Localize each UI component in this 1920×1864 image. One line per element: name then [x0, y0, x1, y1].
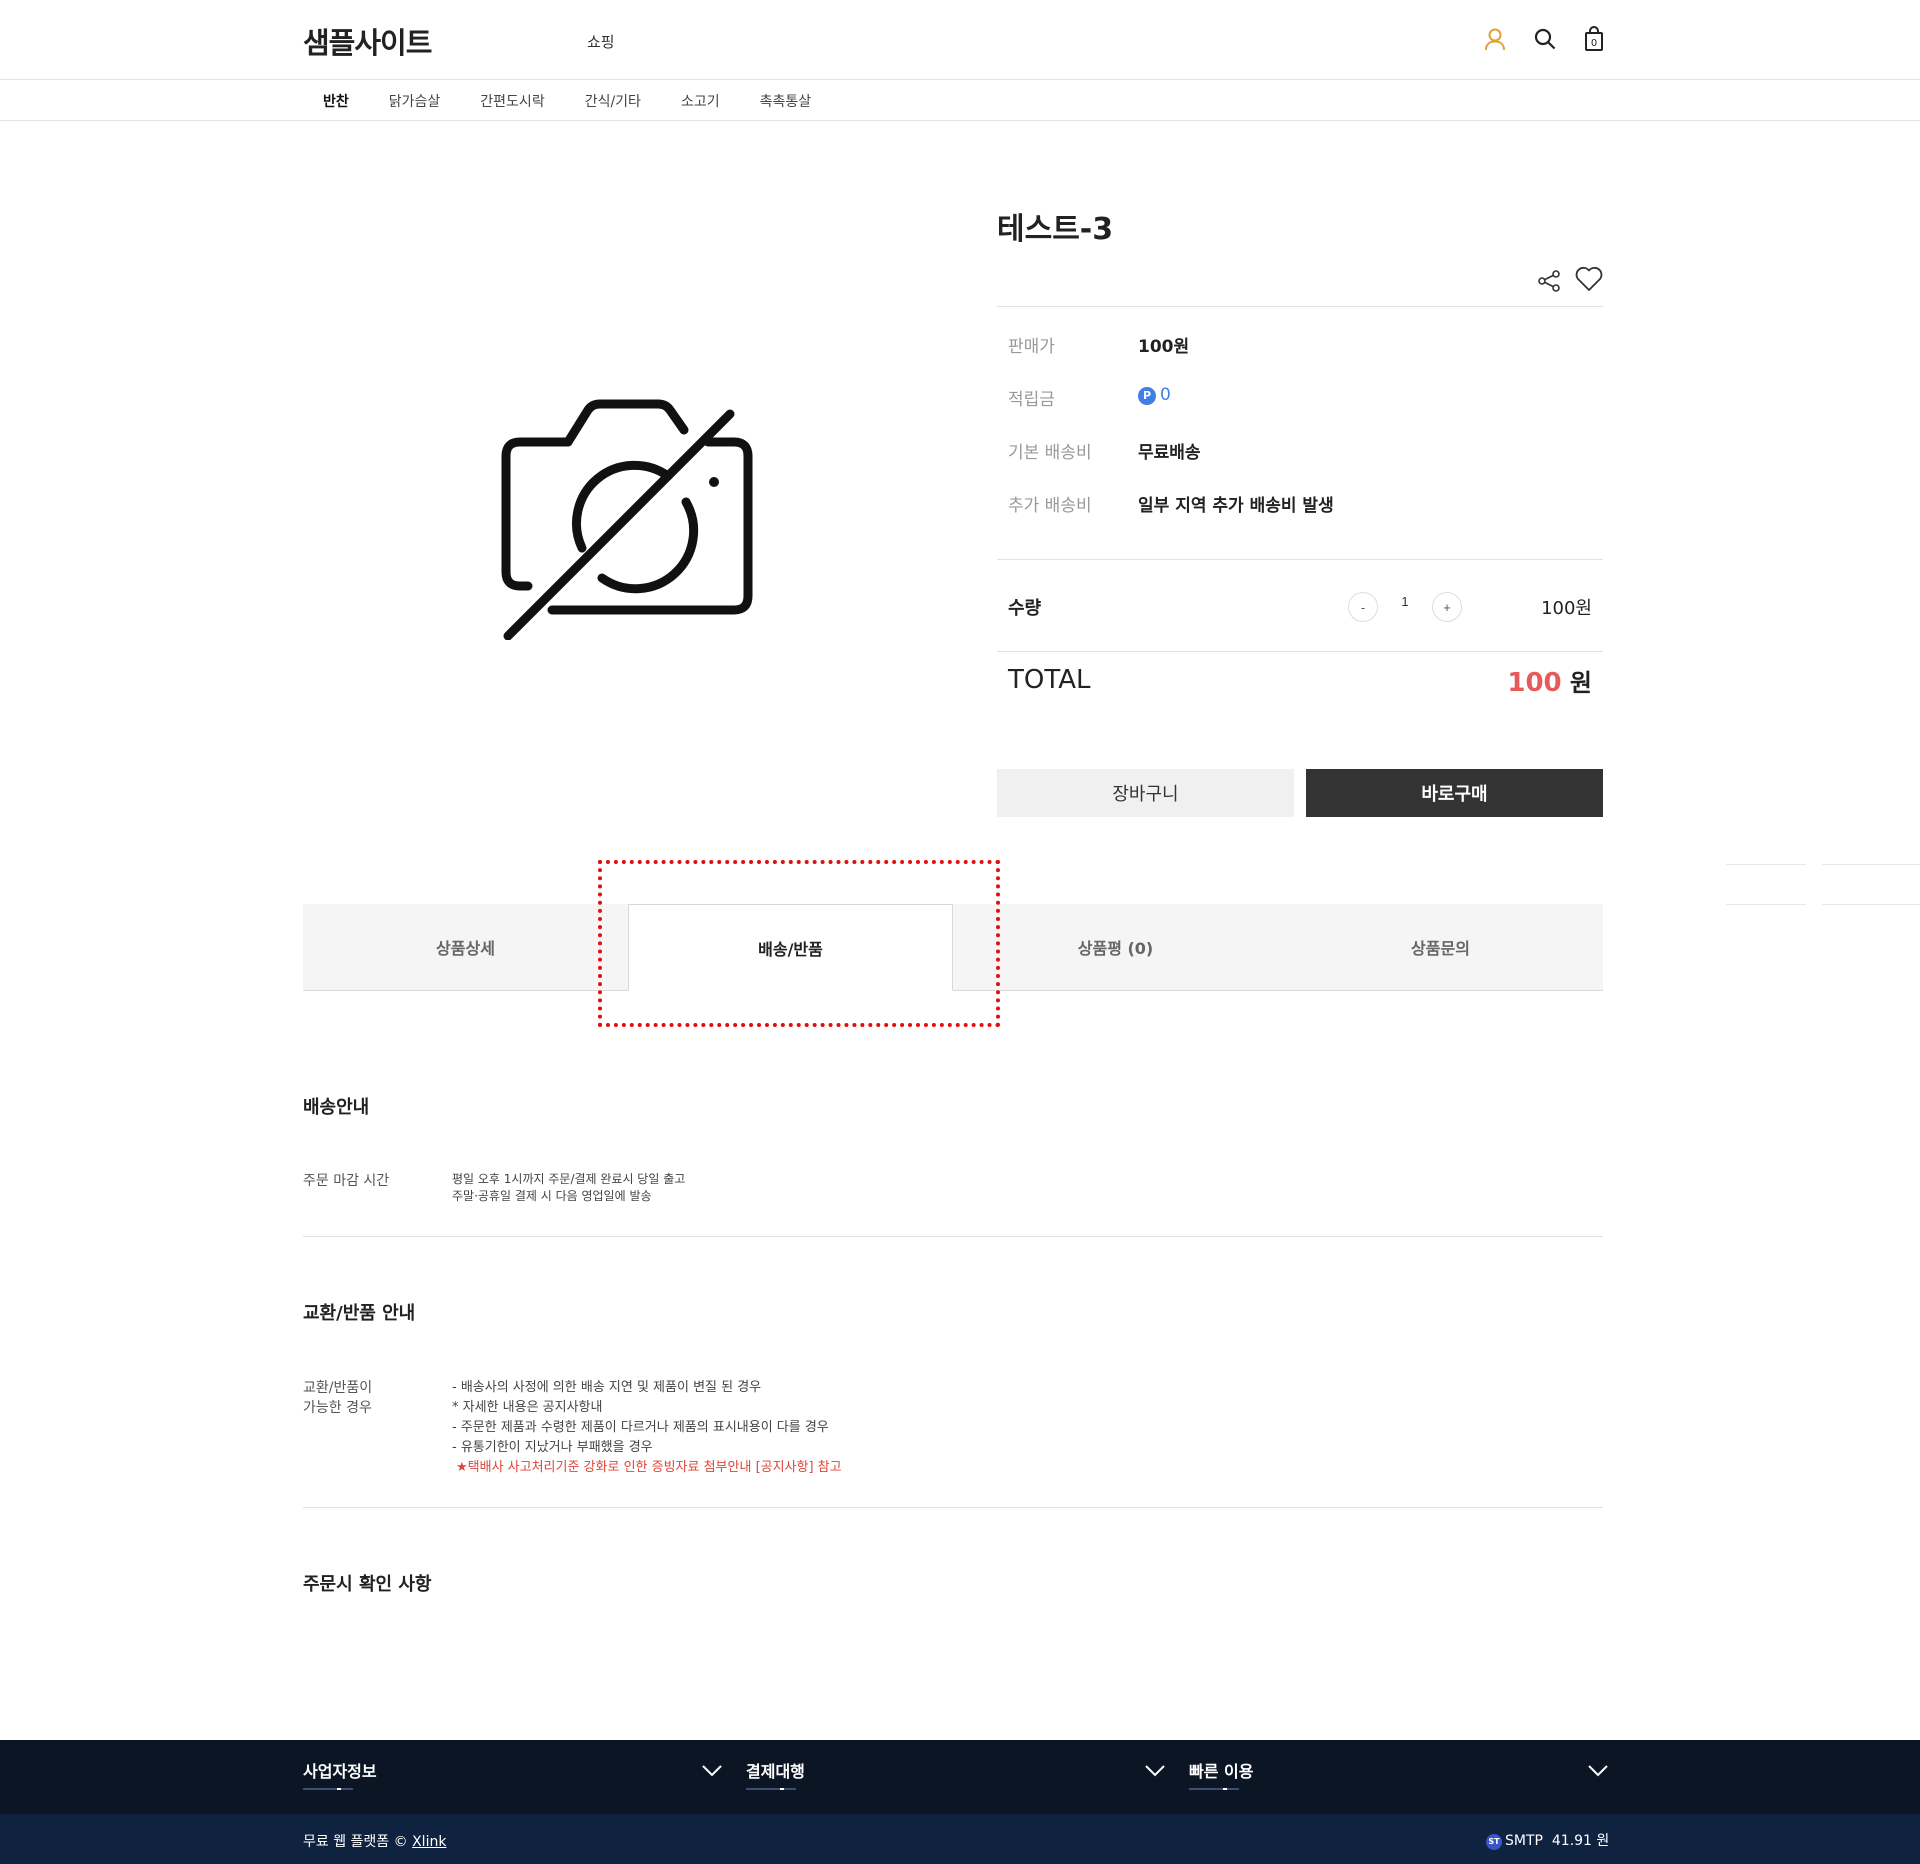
total-amount: 100 원 [1430, 663, 1592, 698]
footer-payment-agent[interactable]: 결제대행 [746, 1758, 1166, 1798]
category-item-banchan[interactable]: 반찬 [303, 91, 369, 111]
no-image-camera-icon [501, 399, 753, 640]
product-title: 테스트-3 [997, 212, 1114, 247]
tab-delivery-return[interactable]: 배송/반품 [628, 904, 953, 991]
tab-reviews[interactable]: 상품평 (0) [953, 904, 1278, 990]
total-unit: 원 [1569, 669, 1592, 697]
chevron-down-icon [1588, 1765, 1608, 1777]
total-value: 100 [1507, 668, 1562, 698]
quantity-input[interactable] [1395, 594, 1415, 609]
share-icon[interactable] [1536, 268, 1562, 294]
footer-copyright: 무료 웹 플랫폼 © Xlink [303, 1831, 446, 1851]
exchange-label-line: 교환/반품이 [303, 1380, 373, 1396]
order-cutoff-line: 평일 오후 1시까지 주문/결제 완료시 당일 출고 [452, 1172, 686, 1186]
footer-underline [303, 1788, 353, 1790]
footer-underline-dot [337, 1788, 341, 1790]
exchange-line: - 배송사의 사정에 의한 배송 지연 및 제품이 변질 된 경우 [452, 1380, 762, 1395]
order-cutoff-text: 평일 오후 1시까지 주문/결제 완료시 당일 출고 주말·공휴일 결제 시 다… [452, 1171, 685, 1205]
exchange-line: - 주문한 제품과 수령한 제품이 다르거나 제품의 표시내용이 다를 경우 [452, 1420, 829, 1435]
heart-icon[interactable] [1574, 264, 1604, 294]
xlink-link[interactable]: Xlink [412, 1834, 446, 1850]
points-label: 적립금 [1008, 390, 1055, 410]
shipping-value: 무료배송 [1138, 443, 1201, 463]
smtp-balance: ST SMTP 41.91 원 [1486, 1830, 1609, 1850]
buy-now-button[interactable]: 바로구매 [1306, 769, 1603, 817]
side-divider [1822, 904, 1920, 905]
extra-shipping-value: 일부 지역 추가 배송비 발생 [1138, 496, 1334, 516]
category-item-chicken-breast[interactable]: 닭가슴살 [369, 91, 461, 111]
quantity-price: 100원 [1541, 598, 1592, 619]
side-divider [1822, 864, 1920, 865]
footer-underline-dot [1223, 1788, 1227, 1790]
footer-quick-links[interactable]: 빠른 이용 [1189, 1758, 1609, 1798]
footer-underline [1189, 1788, 1239, 1790]
side-divider [1726, 904, 1806, 905]
shopping-bag-icon[interactable]: 0 [1579, 24, 1609, 54]
price-label: 판매가 [1008, 337, 1055, 357]
exchange-label-line: 가능한 경우 [303, 1400, 372, 1416]
exchange-section-title: 교환/반품 안내 [303, 1303, 416, 1324]
divider [997, 306, 1603, 307]
add-to-cart-button[interactable]: 장바구니 [997, 769, 1294, 817]
point-icon: P [1138, 387, 1156, 405]
exchange-line: - 유통기한이 지났거나 부패했을 경우 [452, 1440, 653, 1455]
category-nav: 반찬 닭가슴살 간편도시락 간식/기타 소고기 촉촉통살 [0, 80, 1920, 121]
footer-underline-dot [780, 1788, 784, 1790]
footer-bottom-bar: 무료 웹 플랫폼 © Xlink ST SMTP 41.91 원 [0, 1814, 1920, 1864]
exchange-line: * 자세한 내용은 공지사항내 [452, 1400, 603, 1415]
divider [303, 1236, 1603, 1237]
exchange-eligible-text: - 배송사의 사정에 의한 배송 지연 및 제품이 변질 된 경우 * 자세한 … [452, 1378, 842, 1478]
order-cutoff-label: 주문 마감 시간 [303, 1173, 390, 1189]
smtp-value: 41.91 원 [1551, 1833, 1610, 1849]
cart-count: 0 [1591, 38, 1597, 49]
price-value: 100원 [1138, 337, 1190, 357]
smtp-label: SMTP [1505, 1833, 1543, 1849]
site-header: 샘플사이트 쇼핑 0 [0, 0, 1920, 80]
side-divider [1726, 864, 1806, 865]
divider [303, 1507, 1603, 1508]
tab-inquiry[interactable]: 상품문의 [1278, 904, 1603, 990]
delivery-section-title: 배송안내 [303, 1097, 370, 1118]
extra-shipping-label: 추가 배송비 [1008, 496, 1092, 516]
order-cutoff-line: 주말·공휴일 결제 시 다음 영업일에 발송 [452, 1189, 652, 1203]
smtp-icon: ST [1486, 1834, 1502, 1850]
footer-column-title: 빠른 이용 [1189, 1762, 1254, 1781]
divider [997, 651, 1603, 652]
exchange-eligible-label: 교환/반품이 가능한 경우 [303, 1378, 372, 1418]
footer-column-title: 결제대행 [746, 1762, 805, 1781]
chevron-down-icon [1145, 1765, 1165, 1777]
order-check-section-title: 주문시 확인 사항 [303, 1574, 432, 1595]
user-icon[interactable] [1480, 24, 1510, 54]
exchange-notice: ★택배사 사고처리기준 강화로 인한 증빙자료 첨부안내 [공지사항] 참고 [456, 1460, 842, 1475]
quantity-minus-button[interactable]: - [1348, 592, 1378, 622]
footer-underline [746, 1788, 796, 1790]
quantity-plus-button[interactable]: + [1432, 592, 1462, 622]
footer-column-title: 사업자정보 [303, 1762, 377, 1781]
tab-product-detail[interactable]: 상품상세 [303, 904, 628, 990]
points-value: 0 [1160, 385, 1171, 405]
product-tabs: 상품상세 배송/반품 상품평 (0) 상품문의 [303, 904, 1603, 991]
nav-link-shopping[interactable]: 쇼핑 [587, 31, 615, 52]
footer-business-info[interactable]: 사업자정보 [303, 1758, 723, 1798]
copyright-text: 무료 웹 플랫폼 © [303, 1834, 413, 1850]
site-logo[interactable]: 샘플사이트 [303, 20, 432, 62]
total-label: TOTAL [1008, 665, 1091, 695]
chevron-down-icon [702, 1765, 722, 1777]
category-item-beef[interactable]: 소고기 [661, 91, 740, 111]
shipping-label: 기본 배송비 [1008, 443, 1092, 463]
search-icon[interactable] [1530, 24, 1560, 54]
product-image [303, 170, 953, 860]
footer-info-bar: 사업자정보 결제대행 빠른 이용 [0, 1740, 1920, 1814]
quantity-label: 수량 [1008, 598, 1042, 619]
category-item-moist-chicken[interactable]: 촉촉통살 [740, 91, 832, 111]
category-item-snacks[interactable]: 간식/기타 [565, 91, 661, 111]
points-value-wrap: P0 [1138, 385, 1171, 405]
divider [997, 559, 1603, 560]
category-item-lunchbox[interactable]: 간편도시락 [460, 91, 564, 111]
